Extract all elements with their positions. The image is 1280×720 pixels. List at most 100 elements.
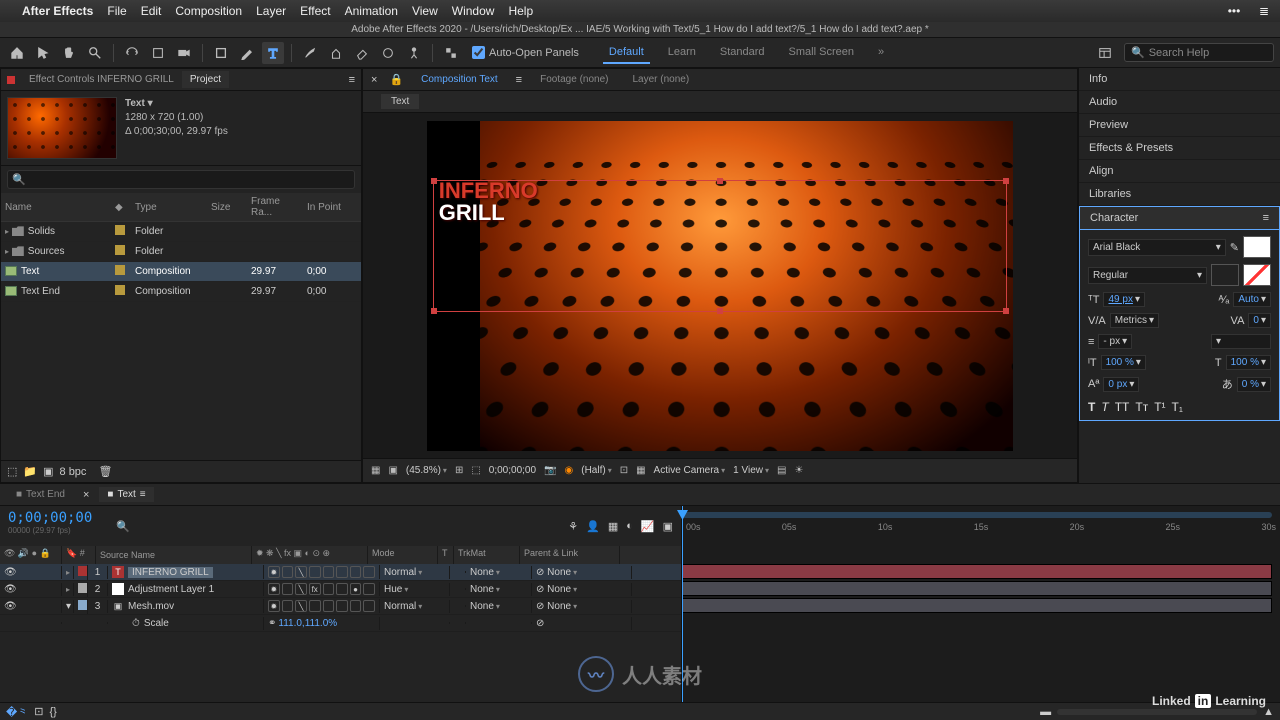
allcaps-icon[interactable]: TT	[1115, 400, 1130, 414]
3d-view-icon[interactable]: ▦	[636, 465, 645, 476]
frame-blend-icon[interactable]: ▦	[608, 520, 618, 533]
list-icon[interactable]: ≣	[1256, 3, 1272, 19]
project-row[interactable]: Text EndComposition29.970;00	[1, 282, 361, 302]
menu-window[interactable]: Window	[452, 4, 495, 18]
menu-help[interactable]: Help	[508, 4, 533, 18]
timeline-tab-text-end[interactable]: ■ Text End	[8, 487, 73, 502]
stroke-color-swatch[interactable]	[1211, 264, 1239, 286]
menu-edit[interactable]: Edit	[141, 4, 162, 18]
camera-dropdown[interactable]: Active Camera	[654, 465, 726, 476]
close-tab-icon[interactable]: ×	[371, 74, 377, 86]
toggle-parent-icon[interactable]: {}	[50, 706, 57, 718]
smallcaps-icon[interactable]: Tᴛ	[1135, 400, 1148, 414]
menu-file[interactable]: File	[107, 4, 126, 18]
resolution-dropdown[interactable]: (Half)	[581, 465, 611, 476]
menu-animation[interactable]: Animation	[345, 4, 398, 18]
notification-icon[interactable]: •••	[1226, 3, 1242, 19]
fast-preview-icon[interactable]: ⊡	[620, 465, 628, 476]
brush-tool-icon[interactable]	[299, 42, 321, 64]
timeline-ruler[interactable]: 00s05s10s15s20s25s30s	[682, 506, 1280, 546]
project-thumbnail[interactable]	[7, 97, 117, 159]
project-row[interactable]: TextComposition29.970;00	[1, 262, 361, 282]
motion-blur-icon[interactable]: ◐	[626, 520, 633, 532]
workspace-learn[interactable]: Learn	[662, 42, 702, 64]
stroke-width-field[interactable]: - px ▾	[1098, 334, 1132, 349]
project-tab[interactable]: Project	[182, 71, 229, 88]
viewer-viewport[interactable]: INFERNO GRILL	[363, 113, 1077, 458]
new-comp-icon[interactable]: ▣	[43, 465, 53, 478]
font-style-dropdown[interactable]: Regular▾	[1088, 267, 1207, 284]
workspace-default[interactable]: Default	[603, 42, 650, 64]
shy-icon[interactable]: 👤	[586, 520, 600, 533]
workspace-small-screen[interactable]: Small Screen	[783, 42, 860, 64]
timeline-layer-row[interactable]: 👁 ▾ 3 ▣Mesh.mov ✹╲ Normal None ⊘ None	[0, 598, 681, 615]
transparency-grid-icon[interactable]: ▣	[388, 465, 397, 476]
panel-menu-icon[interactable]: ≡	[343, 74, 361, 86]
new-folder-icon[interactable]: 📁	[23, 465, 37, 478]
bpc-toggle[interactable]: 8 bpc	[60, 466, 87, 478]
draft-3d-icon[interactable]: ▣	[663, 520, 673, 533]
stopwatch-icon[interactable]: ⏱	[132, 618, 140, 629]
layer-bar[interactable]	[682, 598, 1272, 613]
layer-bar[interactable]	[682, 564, 1272, 579]
eyedropper-icon[interactable]: ✎	[1230, 241, 1239, 254]
auto-open-panels-checkbox[interactable]: Auto-Open Panels	[472, 46, 579, 59]
channel-icon[interactable]: ◉	[565, 465, 574, 476]
panel-info[interactable]: Info	[1079, 68, 1280, 91]
snapshot-icon[interactable]: 📷	[544, 465, 556, 476]
panel-preview[interactable]: Preview	[1079, 114, 1280, 137]
kerning-field[interactable]: Metrics ▾	[1110, 313, 1159, 328]
interpret-icon[interactable]: ⬚	[7, 465, 17, 478]
always-preview-icon[interactable]: ▦	[371, 465, 380, 476]
workspace-standard[interactable]: Standard	[714, 42, 771, 64]
playhead-icon[interactable]	[682, 506, 683, 546]
graph-editor-icon[interactable]: 📈	[641, 520, 655, 533]
pen-tool-icon[interactable]	[236, 42, 258, 64]
bold-icon[interactable]: T	[1088, 400, 1095, 414]
timeline-tab-text[interactable]: ■ Text ≡	[99, 487, 153, 502]
zoom-dropdown[interactable]: (45.8%)	[406, 465, 447, 476]
viewer-tab-comp[interactable]: Composition Text	[415, 72, 504, 87]
snap-icon[interactable]	[440, 42, 462, 64]
leading-field[interactable]: Auto ▾	[1233, 292, 1271, 307]
menu-effect[interactable]: Effect	[300, 4, 330, 18]
panel-character[interactable]: Character≡	[1079, 206, 1280, 230]
menu-view[interactable]: View	[412, 4, 438, 18]
zoom-tool-icon[interactable]	[84, 42, 106, 64]
eraser-tool-icon[interactable]	[351, 42, 373, 64]
trash-icon[interactable]: 🗑	[98, 465, 112, 478]
superscript-icon[interactable]: T¹	[1154, 400, 1165, 414]
tab-menu-icon[interactable]: ≡	[516, 74, 522, 86]
pixel-aspect-icon[interactable]: ▤	[777, 465, 786, 476]
lock-icon[interactable]: 🔒	[389, 73, 403, 86]
panel-align[interactable]: Align	[1079, 160, 1280, 183]
font-size-field[interactable]: 49 px ▾	[1103, 292, 1145, 307]
panel-audio[interactable]: Audio	[1079, 91, 1280, 114]
viewer-tab-layer[interactable]: Layer (none)	[626, 72, 695, 87]
panel-effects-presets[interactable]: Effects & Presets	[1079, 137, 1280, 160]
selection-bounding-box[interactable]	[433, 180, 1007, 312]
panel-libraries[interactable]: Libraries	[1079, 183, 1280, 206]
tracking-field[interactable]: 0 ▾	[1248, 313, 1271, 328]
app-name[interactable]: After Effects	[22, 4, 93, 18]
roi-icon[interactable]: ⬚	[471, 465, 480, 476]
toggle-switches-icon[interactable]: �⺀	[6, 704, 28, 720]
selection-tool-icon[interactable]	[32, 42, 54, 64]
timeline-layer-row[interactable]: 👁 2 Adjustment Layer 1 ✹╲fx● Hue None ⊘ …	[0, 581, 681, 598]
puppet-tool-icon[interactable]	[403, 42, 425, 64]
timeline-property-row[interactable]: ⏱ Scale ⚭ 111.0,111.0% ⊘	[0, 615, 681, 632]
hand-tool-icon[interactable]	[58, 42, 80, 64]
hscale-field[interactable]: 100 % ▾	[1226, 355, 1271, 370]
exposure-icon[interactable]: ☀	[794, 465, 803, 476]
close-tab-icon[interactable]: ×	[83, 489, 89, 501]
type-tool-icon[interactable]	[262, 42, 284, 64]
project-table[interactable]: Name ◆ Type Size Frame Ra... In Point So…	[1, 193, 361, 460]
menu-composition[interactable]: Composition	[175, 4, 242, 18]
project-row[interactable]: SourcesFolder	[1, 242, 361, 262]
timeline-timecode[interactable]: 0;00;00;00 00000 (29.97 fps)	[0, 506, 110, 546]
workspace-more-icon[interactable]: »	[872, 42, 890, 64]
orbit-tool-icon[interactable]	[121, 42, 143, 64]
home-icon[interactable]	[6, 42, 28, 64]
menu-layer[interactable]: Layer	[256, 4, 286, 18]
vscale-field[interactable]: 100 % ▾	[1101, 355, 1146, 370]
